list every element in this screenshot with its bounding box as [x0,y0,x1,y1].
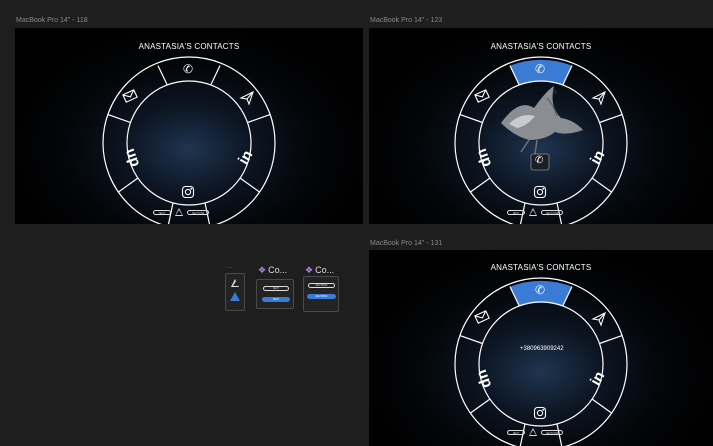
frame-label[interactable]: MacBook Pro 14" - 131 [370,240,442,247]
sections-button[interactable]: SECTIONS [187,209,210,215]
component-icon: ❖ [258,265,267,275]
phone-number-text[interactable]: +380963909242 [520,346,564,352]
frame-118[interactable]: ANASTASIA'S CONTACTS ✆ up in NEXT SECTIO… [15,28,363,224]
sections-button[interactable]: SECTIONS [541,209,564,215]
next-button[interactable]: NEXT [507,209,525,215]
frame-123[interactable]: ANASTASIA'S CONTACTS ✆ ✆ up in NEXT SECT… [369,28,713,224]
component-next[interactable]: NEXT NEXT [256,279,294,309]
component-sections[interactable]: SECTIONS SECTIONS [303,276,339,312]
sections-button[interactable]: SECTIONS [541,429,564,435]
variants-dots: ... [227,264,233,270]
footer-nav: NEXT SECTIONS [507,208,564,216]
triangle-icon [232,281,239,286]
footer-nav: NEXT SECTIONS [507,428,564,436]
frame-label[interactable]: MacBook Pro 14" - 123 [370,17,442,24]
next-button[interactable]: NEXT [153,209,171,215]
phone-icon[interactable]: ✆ [535,62,545,76]
triangle-icon[interactable] [529,208,537,216]
next-button-active[interactable]: NEXT [262,297,290,302]
next-button[interactable]: NEXT [263,286,289,291]
bird-image [501,86,583,155]
phone-icon[interactable]: ✆ [535,155,543,166]
triangle-icon[interactable] [175,208,183,216]
variant-set[interactable] [225,273,245,311]
component-title[interactable]: ❖ Co... [258,265,287,276]
frame-131[interactable]: ANASTASIA'S CONTACTS +380963909242 ✆ up … [369,250,713,446]
sections-button-active[interactable]: SECTIONS [307,294,336,299]
sections-button[interactable]: SECTIONS [308,283,335,288]
next-button[interactable]: NEXT [507,429,525,435]
component-title[interactable]: ❖ Co... [305,265,334,276]
component-icon: ❖ [305,265,314,275]
footer-nav: NEXT SECTIONS [153,208,210,216]
frame-label[interactable]: MacBook Pro 14" - 118 [16,17,88,24]
phone-icon[interactable]: ✆ [535,283,545,297]
phone-icon[interactable]: ✆ [183,62,193,76]
triangle-icon[interactable] [529,428,537,436]
triangle-filled-icon[interactable] [230,292,240,301]
